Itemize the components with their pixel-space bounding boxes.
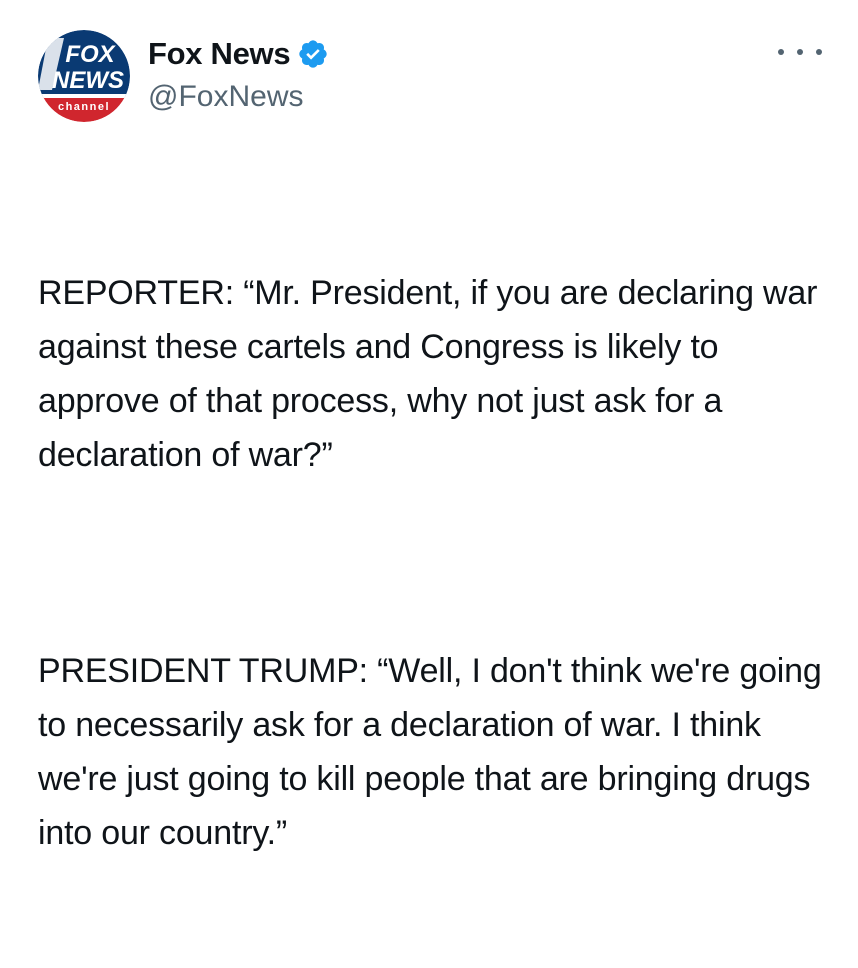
tweet-text: REPORTER: “Mr. President, if you are dec… (38, 158, 828, 968)
more-horizontal-icon[interactable] (778, 38, 822, 66)
logo-subtext: channel (58, 101, 110, 113)
avatar[interactable]: FOX NEWS channel (38, 30, 130, 122)
tweet-paragraph: PRESIDENT TRUMP: “Well, I don't think we… (38, 652, 831, 852)
author-handle[interactable]: @FoxNews (148, 80, 329, 114)
display-name[interactable]: Fox News (148, 36, 291, 72)
display-name-row: Fox News (148, 32, 329, 76)
tweet-card: FOX NEWS channel Fox News @FoxNews REPOR… (0, 0, 858, 852)
logo-text-top: FOX (65, 41, 116, 68)
logo-text-bottom: NEWS (52, 67, 124, 94)
more-dot (797, 49, 803, 55)
tweet-paragraph: REPORTER: “Mr. President, if you are dec… (38, 274, 827, 474)
verified-badge-icon[interactable] (297, 38, 329, 70)
more-dot (778, 49, 784, 55)
author-names: Fox News @FoxNews (148, 32, 329, 114)
tweet-header: FOX NEWS channel Fox News @FoxNews (38, 30, 828, 122)
fox-news-logo-icon: FOX NEWS channel (38, 30, 130, 122)
more-dot (816, 49, 822, 55)
